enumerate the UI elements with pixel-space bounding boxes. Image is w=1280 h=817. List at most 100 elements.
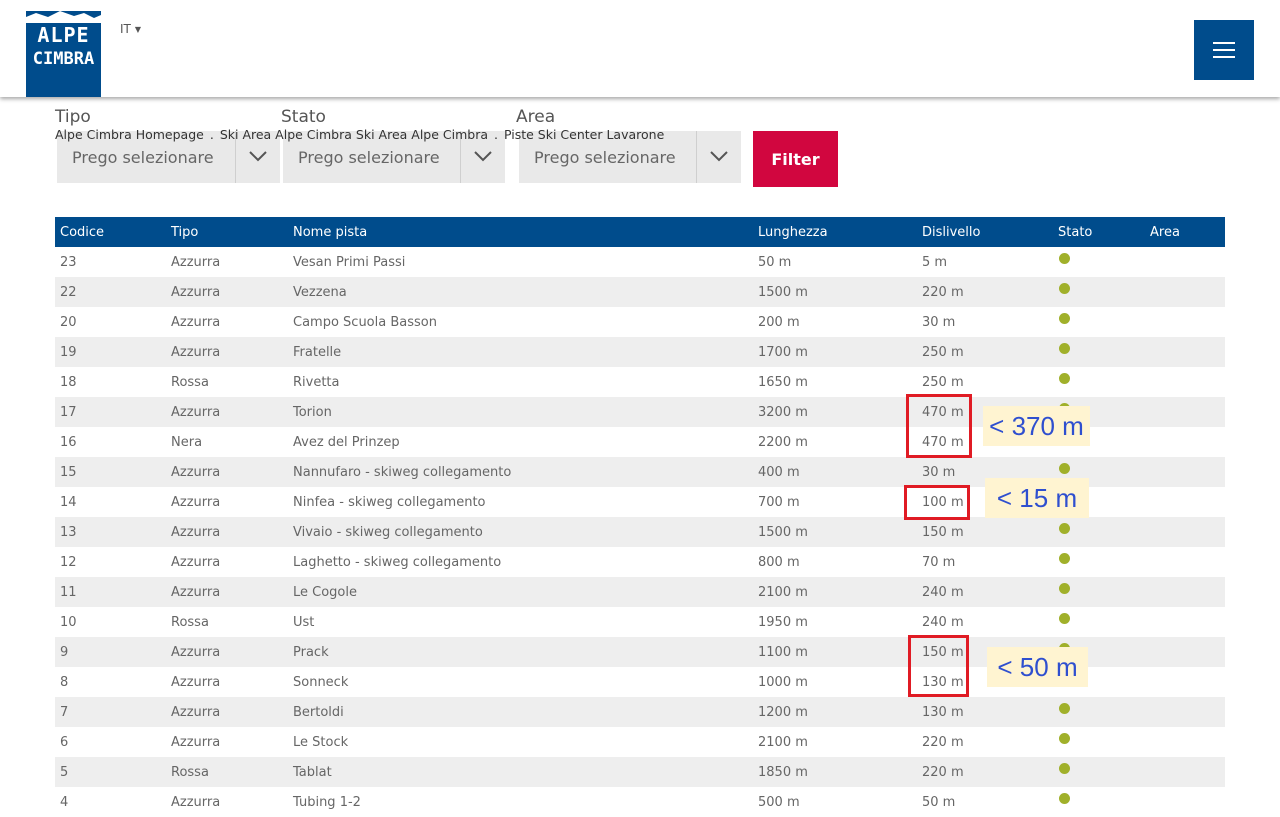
cell-tipo: Azzurra (171, 554, 221, 570)
cell-codice: 22 (55, 277, 166, 307)
cell-codice: 8 (60, 674, 69, 690)
cell-lunghezza: 1950 m (758, 614, 808, 630)
column-header-dislivello: Dislivello (917, 217, 1053, 247)
cell-area (1145, 577, 1225, 607)
table-row: 12 Azzurra Laghetto - skiweg collegamento 8… (55, 547, 1225, 577)
language-label: IT (120, 22, 131, 36)
cell-stato (1053, 337, 1145, 367)
cell-area (1145, 727, 1225, 757)
cell-tipo: Azzurra (166, 517, 288, 547)
cell-tipo: Azzurra (171, 314, 221, 330)
status-dot-icon (1059, 372, 1070, 384)
table-header-row: Codice Tipo Nome pista Lunghezza Dislive… (55, 217, 1225, 247)
cell-area (1145, 547, 1225, 577)
column-header-codice: Codice (55, 217, 166, 247)
cell-codice: 6 (60, 734, 69, 750)
cell-area (1145, 247, 1225, 277)
cell-dislivello: 130 m (917, 697, 1053, 727)
cell-lunghezza: 1850 m (753, 757, 917, 787)
cell-nome: Prack (288, 637, 753, 667)
cell-codice: 13 (55, 517, 166, 547)
status-dot-icon (1059, 282, 1070, 294)
cell-stato (1053, 517, 1145, 547)
cell-codice: 7 (55, 697, 166, 727)
cell-codice: 14 (60, 494, 77, 510)
status-dot-icon (1059, 762, 1070, 774)
cell-stato (1053, 577, 1145, 607)
cell-tipo: Azzurra (166, 277, 288, 307)
breadcrumb-separator: . (209, 127, 214, 142)
cell-codice: 10 (60, 614, 77, 630)
table-row: 19 Azzurra Fratelle 1700 m 250 m (55, 337, 1225, 367)
cell-codice: 16 (60, 434, 77, 450)
cell-dislivello: 250 m (917, 337, 1053, 367)
cell-lunghezza: 50 m (758, 254, 792, 270)
cell-dislivello: 250 m (922, 374, 964, 390)
cell-lunghezza: 2100 m (758, 734, 808, 750)
table-row: 13 Azzurra Vivaio - skiweg collegamento 150… (55, 517, 1225, 547)
filter-button[interactable]: Filter (753, 131, 838, 187)
cell-nome: Bertoldi (288, 697, 753, 727)
cell-lunghezza: 800 m (758, 554, 800, 570)
hamburger-icon-bar-2 (1213, 49, 1235, 51)
cell-nome: Rivetta (293, 374, 340, 390)
table-row: 5 Rossa Tablat 1850 m 220 m (55, 757, 1225, 787)
status-dot-icon (1059, 462, 1070, 474)
cell-tipo: Azzurra (171, 734, 221, 750)
cell-lunghezza: 200 m (758, 314, 800, 330)
breadcrumb-item: Piste Ski Center Lavarone (503, 127, 665, 142)
cell-codice: 4 (60, 794, 69, 810)
cell-lunghezza: 3200 m (753, 397, 917, 427)
cell-dislivello: 240 m (917, 577, 1053, 607)
cell-nome: Vezzena (288, 277, 753, 307)
cell-tipo: Azzurra (166, 337, 288, 367)
cell-tipo: Rossa (171, 374, 209, 390)
hamburger-icon-bar-1 (1213, 42, 1235, 44)
cell-nome: Laghetto - skiweg collegamento (293, 554, 502, 570)
status-dot-icon (1059, 582, 1070, 594)
cell-area (1145, 697, 1225, 727)
cell-nome: Nannufaro - skiweg collegamento (288, 457, 753, 487)
cell-lunghezza: 1000 m (758, 674, 808, 690)
cell-stato (1053, 727, 1145, 757)
cell-area (1145, 487, 1225, 517)
cell-nome: Ninfea - skiweg collegamento (293, 494, 486, 510)
column-header-stato: Stato (1053, 217, 1145, 247)
breadcrumb-item[interactable]: Ski Area Alpe Cimbra (220, 127, 352, 142)
cell-codice: 15 (55, 457, 166, 487)
cell-nome: Vivaio - skiweg collegamento (288, 517, 753, 547)
area-label: Area (516, 107, 556, 127)
cell-stato (1053, 757, 1145, 787)
hamburger-menu-button[interactable] (1194, 20, 1254, 80)
alpe-cimbra-logo[interactable]: ALPE CIMBRA (26, 11, 101, 97)
language-selector[interactable]: IT ▼ (120, 22, 141, 36)
cell-codice: 23 (60, 254, 77, 270)
table-row: 11 Azzurra Le Cogole 2100 m 240 m (55, 577, 1225, 607)
cell-lunghezza: 1500 m (753, 517, 917, 547)
cell-area (1145, 667, 1225, 697)
cell-area (1145, 517, 1225, 547)
status-dot-icon (1059, 792, 1070, 804)
cell-tipo: Nera (171, 434, 203, 450)
table-row: 20 Azzurra Campo Scuola Basson 200 m 30 m (55, 307, 1225, 337)
cell-nome: Le Cogole (288, 577, 753, 607)
cell-tipo: Rossa (166, 757, 288, 787)
chevron-down-icon[interactable] (696, 131, 741, 183)
highlight-box (908, 635, 969, 697)
cell-lunghezza: 500 m (758, 794, 800, 810)
table-row: 18 Rossa Rivetta 1650 m 250 m (55, 367, 1225, 397)
cell-dislivello: 50 m (922, 794, 956, 810)
cell-codice: 5 (55, 757, 166, 787)
breadcrumb-item[interactable]: Ski Area Alpe Cimbra (356, 127, 488, 142)
cell-dislivello: 220 m (922, 734, 964, 750)
column-header-nome-pista: Nome pista (288, 217, 753, 247)
cell-area (1145, 307, 1225, 337)
breadcrumb-item[interactable]: Alpe Cimbra Homepage (55, 127, 204, 142)
cell-tipo: Azzurra (171, 494, 221, 510)
site-header: ALPE CIMBRA IT ▼ (0, 0, 1280, 97)
cell-nome: Ust (293, 614, 315, 630)
status-dot-icon (1059, 732, 1070, 744)
cell-area (1145, 637, 1225, 667)
cell-dislivello: 70 m (922, 554, 956, 570)
cell-dislivello: 5 m (922, 254, 948, 270)
